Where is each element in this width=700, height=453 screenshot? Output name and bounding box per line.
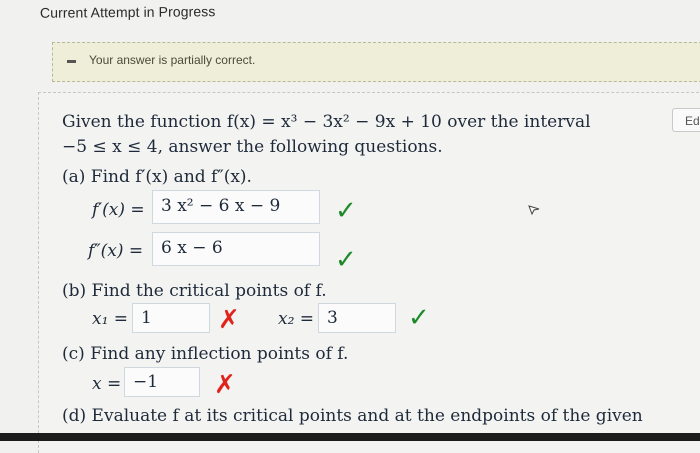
part-a-prompt: (a) Find f′(x) and f″(x). [62, 167, 252, 187]
x2-answer-field[interactable]: 3 [318, 303, 396, 333]
fprime-correct-check-icon: ✓ [335, 196, 357, 226]
x2-correct-check-icon: ✓ [408, 303, 430, 333]
taskbar [0, 433, 700, 441]
minus-icon [67, 60, 76, 63]
mouse-cursor-icon [528, 205, 540, 215]
x1-incorrect-cross-icon: ✗ [218, 305, 240, 335]
part-d-prompt: (d) Evaluate f at its critical points an… [62, 406, 643, 426]
part-c-prompt: (c) Find any inflection points of f. [62, 344, 349, 364]
x1-answer-field[interactable]: 1 [132, 303, 210, 333]
fprime-answer-field[interactable]: 3 x² − 6 x − 9 [152, 190, 320, 224]
feedback-banner: Your answer is partially correct. [52, 42, 700, 82]
fdouble-correct-check-icon: ✓ [335, 245, 357, 275]
edit-button[interactable]: Edi [672, 108, 700, 132]
x2-label: x₂ = [278, 309, 315, 329]
part-b-prompt: (b) Find the critical points of f. [62, 281, 327, 301]
fdouble-label: f″(x) = [88, 241, 144, 261]
inflection-x-label: x = [92, 374, 122, 394]
attempt-status-heading: Current Attempt in Progress [39, 3, 216, 21]
question-intro-line2: −5 ≤ x ≤ 4, answer the following questio… [62, 137, 443, 157]
question-intro-line1: Given the function f(x) = x³ − 3x² − 9x … [62, 112, 591, 132]
fprime-label: f′(x) = [92, 200, 145, 220]
x1-label: x₁ = [92, 309, 129, 329]
fdouble-answer-field[interactable]: 6 x − 6 [152, 232, 320, 266]
inflection-incorrect-cross-icon: ✗ [214, 370, 236, 400]
feedback-message: Your answer is partially correct. [89, 53, 256, 67]
inflection-answer-field[interactable]: −1 [124, 367, 200, 397]
